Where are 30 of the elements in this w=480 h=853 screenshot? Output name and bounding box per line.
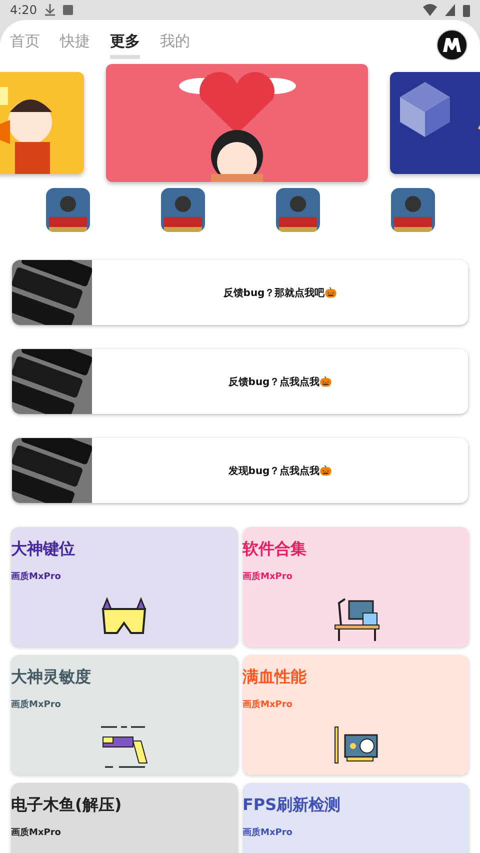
feature-card[interactable]: 大神键位 画质MxPro	[11, 527, 238, 647]
battery-icon	[463, 4, 470, 16]
download-icon	[44, 4, 55, 16]
card-subtitle: 画质MxPro	[242, 570, 292, 583]
feedback-text: 反馈bug？那就点我吧🎃	[222, 286, 338, 300]
card-subtitle: 画质MxPro	[11, 570, 61, 583]
feedback-card[interactable]: 反馈bug？点我点我🎃	[12, 349, 468, 414]
feature-card[interactable]: 大神灵敏度 画质MxPro	[11, 655, 238, 775]
wifi-icon	[423, 4, 437, 16]
card-subtitle: 画质MxPro	[242, 698, 292, 711]
logo-icon[interactable]	[436, 29, 468, 61]
feedback-card[interactable]: 发现bug？点我点我🎃	[12, 438, 468, 503]
feedback-text: 发现bug？点我点我🎃	[227, 464, 333, 478]
card-title: 软件合集	[242, 539, 306, 560]
feedback-text: 反馈bug？点我点我🎃	[227, 375, 333, 388]
card-title: 电子木鱼(解压)	[11, 795, 122, 816]
feedback-card[interactable]: 反馈bug？那就点我吧🎃	[12, 260, 468, 325]
card-subtitle: 画质MxPro	[11, 698, 61, 711]
feature-card[interactable]: 软件合集 画质MxPro	[242, 527, 469, 647]
card-subtitle: 画质MxPro	[11, 826, 61, 839]
card-title: 满血性能	[242, 667, 306, 688]
card-title: 大神键位	[11, 539, 75, 560]
tab[interactable]: 更多	[110, 32, 140, 58]
status-time: 4:20	[10, 3, 37, 17]
card-title: 大神灵敏度	[11, 667, 91, 688]
card-subtitle: 画质MxPro	[242, 826, 292, 839]
feature-card[interactable]: FPS刷新检测 画质MxPro	[242, 783, 469, 853]
feature-card[interactable]: 电子木鱼(解压) 画质MxPro	[11, 783, 238, 853]
signal-icon	[445, 4, 455, 16]
card-title: FPS刷新检测	[242, 795, 341, 816]
